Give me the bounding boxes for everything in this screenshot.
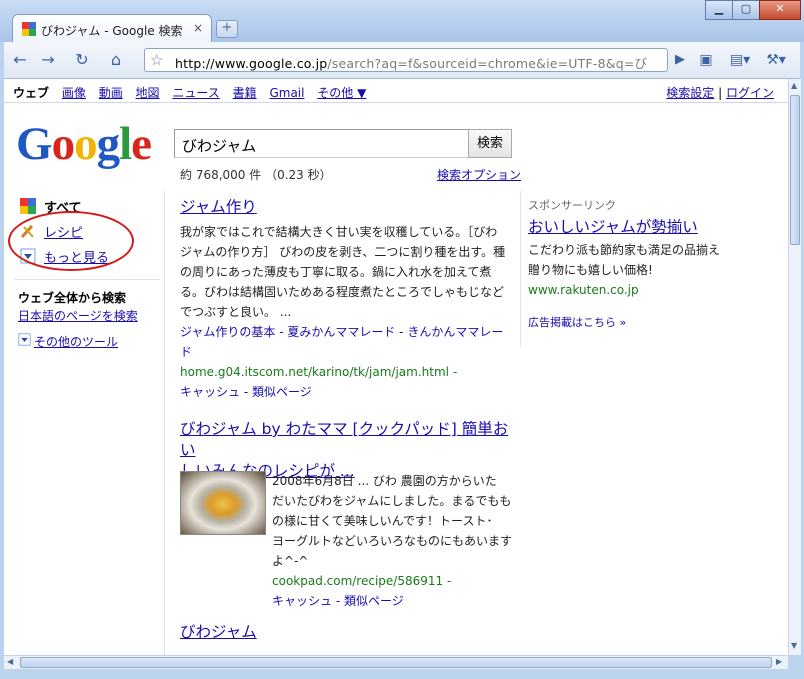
tab-active[interactable]: びわジャム - Google 検索 × — [12, 14, 212, 43]
scroll-right-icon[interactable]: ▶ — [776, 657, 782, 666]
web-search-heading: ウェブ全体から検索 — [18, 289, 126, 306]
red-annotation-circle — [8, 211, 134, 271]
result-stats: 約 768,000 件 （0.23 秒） — [180, 168, 332, 182]
result-cache-links[interactable]: キャッシュ - 類似ページ — [272, 591, 512, 611]
search-query: びわジャム — [182, 137, 257, 155]
ad-line: こだわり派も節約家も満足の品揃え — [528, 243, 721, 257]
nav-maps[interactable]: 地図 — [136, 86, 160, 100]
horizontal-scrollbar[interactable]: ◀ ▶ — [4, 655, 788, 669]
snippet-line: の様に甘くて美味しいんです！トースト･ — [272, 514, 493, 528]
google-all-icon — [20, 198, 36, 214]
browser-toolbar: ← → ↻ ⌂ ☆ http://www.google.co.jp/search… — [4, 42, 800, 79]
nav-videos[interactable]: 動画 — [99, 86, 123, 100]
ad-line: 贈り物にも嬉しい価格! — [528, 263, 653, 277]
nav-images[interactable]: 画像 — [62, 86, 86, 100]
advertise-here-link[interactable]: 広告掲載はこちら » — [528, 314, 768, 330]
horizontal-scroll-thumb[interactable] — [20, 657, 772, 668]
maximize-button[interactable]: ▢ — [732, 0, 760, 20]
tab-strip: びわジャム - Google 検索 × + ▁ ▢ ✕ — [0, 0, 804, 43]
scroll-up-icon[interactable]: ▲ — [791, 81, 797, 90]
result-url: home.g04.itscom.net/karino/tk/jam/jam.ht… — [180, 365, 458, 379]
title-line: びわジャム by わたママ [クックパッド] 簡単おい — [180, 420, 509, 459]
snippet-line: だいたびわをジャムにしました。まるでもも — [272, 494, 512, 508]
web-page: ウェブ 画像 動画 地図 ニュース 書籍 Gmail その他 ▼ 検索設定 | … — [4, 79, 788, 655]
url-text: http://www.google.co.jp/search?aq=f&sour… — [175, 53, 647, 72]
sponsored-links: スポンサーリンク おいしいジャムが勢揃い こだわり派も節約家も満足の品揃え 贈り… — [528, 197, 768, 330]
google-logo[interactable]: Google — [16, 117, 152, 171]
forward-arrow-icon[interactable]: → — [36, 49, 60, 71]
result-body: 2008年6月8日 ... びわ 農園の方からいた だいたびわをジャムにしました… — [272, 471, 512, 611]
result-title-link[interactable]: びわジャム — [180, 623, 257, 641]
column-divider — [164, 191, 165, 655]
sitelinks-line[interactable]: ジャム作りの基本 - 夏みかんママレード - きんかんママレー — [180, 322, 510, 342]
search-result: びわジャム — [180, 622, 510, 643]
ad-text: こだわり派も節約家も満足の品揃え 贈り物にも嬉しい価格! — [528, 240, 768, 280]
result-snippet: 2008年6月8日 ... びわ 農園の方からいた だいたびわをジャムにしました… — [272, 471, 512, 571]
wrench-menu-icon[interactable]: ⚒▾ — [764, 49, 788, 71]
snippet-line: 我が家ではこれで結構大きく甘い実を収穫している。［びわ — [180, 225, 498, 239]
ads-divider — [520, 191, 521, 347]
close-window-button[interactable]: ✕ — [759, 0, 801, 20]
new-tab-button[interactable]: + — [216, 20, 238, 38]
ad-title-link[interactable]: おいしいジャムが勢揃い — [528, 217, 768, 238]
tab-close-icon[interactable]: × — [193, 21, 203, 35]
url-host: http://www.google.co.jp — [175, 56, 328, 71]
vertical-scroll-thumb[interactable] — [790, 95, 800, 245]
sidebar-divider — [14, 279, 160, 280]
web-heading-text: ウェブ全体から検索 — [18, 291, 127, 305]
snippet-line: よ^-^ — [272, 554, 309, 568]
nav-books[interactable]: 書籍 — [233, 86, 257, 100]
page-menu-icon[interactable]: ▤▾ — [728, 49, 752, 71]
home-icon[interactable]: ⌂ — [104, 49, 128, 71]
tools-toggle-icon — [18, 333, 31, 346]
search-result: ジャム作り 我が家ではこれで結構大きく甘い実を収穫している。［びわ ジャムの作り… — [180, 197, 510, 402]
search-result: びわジャム by わたママ [クックパッド] 簡単おい しいみんなのレシピが .… — [180, 419, 512, 608]
result-url: cookpad.com/recipe/586911 - — [272, 574, 452, 588]
google-top-nav: ウェブ 画像 動画 地図 ニュース 書籍 Gmail その他 ▼ — [13, 84, 375, 101]
scroll-left-icon[interactable]: ◀ — [7, 657, 13, 666]
search-input[interactable]: びわジャム — [174, 129, 470, 158]
address-bar[interactable]: ☆ http://www.google.co.jp/search?aq=f&so… — [144, 48, 668, 72]
bookmark-star-icon[interactable]: ☆ — [150, 51, 163, 69]
result-snippet: 我が家ではこれで結構大きく甘い実を収穫している。［びわ ジャムの作り方］ びわの… — [180, 222, 510, 322]
snippet-line: でつぶすと良い。 ... — [180, 305, 292, 319]
recipe-thumbnail-image[interactable] — [180, 471, 266, 535]
vertical-scrollbar[interactable]: ▲ ▼ — [788, 79, 801, 655]
result-cache-links[interactable]: キャッシュ - 類似ページ — [180, 382, 510, 402]
nav-separator: | — [718, 86, 723, 100]
nav-more[interactable]: その他 ▼ — [317, 86, 366, 100]
snippet-line: る。びわは結構固いためある程度煮たところでしゃもじなど — [180, 285, 505, 299]
account-links: 検索設定 | ログイン — [666, 84, 774, 101]
sidebar-japanese-pages[interactable]: 日本語のページを検索 — [18, 307, 138, 324]
ad-url: www.rakuten.co.jp — [528, 283, 639, 297]
ie-tab-icon[interactable]: ▣ — [694, 49, 718, 71]
google-favicon-icon — [22, 22, 36, 36]
japanese-pages-link[interactable]: 日本語のページを検索 — [18, 309, 138, 323]
search-button[interactable]: 検索 — [468, 129, 512, 158]
nav-divider — [4, 102, 788, 103]
sponsor-label: スポンサーリンク — [528, 199, 616, 212]
sitelinks-line[interactable]: ド — [180, 342, 510, 362]
snippet-line: の周りにあった薄皮も丁寧に取る。鍋に入れ水を加えて煮 — [180, 265, 492, 279]
nav-web: ウェブ — [13, 86, 50, 100]
other-tools-link[interactable]: その他のツール — [34, 333, 118, 350]
nav-gmail[interactable]: Gmail — [269, 86, 304, 100]
back-arrow-icon[interactable]: ← — [8, 49, 32, 71]
login-link[interactable]: ログイン — [726, 86, 774, 100]
result-sitelinks[interactable]: ジャム作りの基本 - 夏みかんママレード - きんかんママレー ド — [180, 322, 510, 362]
snippet-line: ジャムの作り方］ びわの皮を剥き、二つに割り種を出す。種 — [180, 245, 506, 259]
minimize-button[interactable]: ▁ — [705, 0, 733, 20]
go-arrow-icon[interactable]: ▶ — [669, 50, 691, 70]
scroll-down-icon[interactable]: ▼ — [791, 641, 797, 650]
search-options-link[interactable]: 検索オプション — [437, 166, 521, 183]
snippet-line: 2008年6月8日 ... びわ 農園の方からいた — [272, 474, 497, 488]
nav-news[interactable]: ニュース — [172, 86, 219, 100]
search-settings-link[interactable]: 検索設定 — [666, 86, 714, 100]
browser-window: びわジャム - Google 検索 × + ▁ ▢ ✕ ← → ↻ ⌂ ☆ ht… — [0, 0, 804, 679]
snippet-line: ヨーグルトなどいろいろなものにもあいます — [272, 534, 513, 548]
result-title-link[interactable]: ジャム作り — [180, 198, 257, 216]
url-path: /search?aq=f&sourceid=chrome&ie=UTF-8&q=… — [327, 56, 648, 71]
reload-icon[interactable]: ↻ — [70, 49, 94, 71]
tab-title: びわジャム - Google 検索 — [41, 24, 183, 38]
